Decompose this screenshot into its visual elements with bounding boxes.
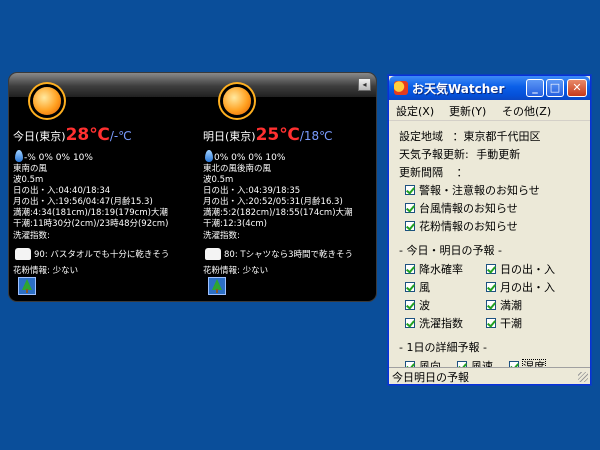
- checkbox-checked-icon[interactable]: [486, 264, 496, 274]
- forecast-low-tide-checkbox[interactable]: 干潮: [486, 315, 522, 331]
- alert-pollen-checkbox[interactable]: 花粉情報のお知らせ: [405, 218, 518, 234]
- tomorrow-high-tide: 満潮:5:2(182cm)/18:55(174cm)大潮: [203, 208, 353, 219]
- close-button[interactable]: ✕: [567, 79, 587, 97]
- checkbox-checked-icon[interactable]: [405, 203, 415, 213]
- today-rain-chance: -% 0% 0% 10%: [15, 150, 93, 163]
- today-moonrise-moonset: 月の出・入:19:56/04:47(月齢15.3): [13, 197, 153, 208]
- checkbox-checked-icon[interactable]: [405, 185, 415, 195]
- interval-value: ：: [456, 166, 468, 179]
- section-detail-heading: - 1日の詳細予報 -: [399, 341, 487, 354]
- menu-update[interactable]: 更新(Y): [449, 103, 486, 119]
- tomorrow-laundry-label: 洗濯指数:: [203, 230, 240, 241]
- today-low-tide: 干潮:11時30分(2cm)/23時48分(92cm): [13, 219, 169, 230]
- update-value: 手動更新: [476, 148, 521, 161]
- today-label: 今日(東京): [13, 130, 66, 143]
- menu-other[interactable]: その他(Z): [502, 103, 551, 119]
- checkbox-checked-icon[interactable]: [405, 300, 415, 310]
- laundry-shirt-icon: [205, 248, 221, 260]
- tomorrow-low-tide: 干潮:12:3(4cm): [203, 219, 267, 230]
- sunny-icon: [223, 87, 251, 115]
- forecast-wave-checkbox[interactable]: 波: [405, 297, 430, 313]
- today-laundry-index: 90: バスタオルでも十分に乾きそう: [15, 248, 169, 260]
- today-wind: 東南の風: [13, 164, 48, 174]
- window-titlebar[interactable]: お天気Watcher _ □ ✕: [389, 76, 590, 100]
- umbrella-icon: [15, 150, 23, 162]
- tomorrow-low-temp: /18℃: [299, 129, 333, 143]
- today-high-tide: 満潮:4:34(181cm)/18:19(179cm)大潮: [13, 208, 168, 219]
- weather-watcher-window: お天気Watcher _ □ ✕ 設定(X) 更新(Y) その他(Z) 設定地域…: [388, 75, 591, 385]
- tomorrow-high-temp: 25℃: [255, 125, 300, 145]
- today-high-temp: 28℃: [65, 125, 110, 145]
- update-row: 天気予報更新: 手動更新: [399, 146, 520, 162]
- pollen-tree-icon: [18, 277, 36, 295]
- checkbox-checked-icon[interactable]: [486, 300, 496, 310]
- update-label: 天気予報更新:: [399, 148, 469, 161]
- menu-settings[interactable]: 設定(X): [396, 103, 434, 119]
- alert-typhoon-checkbox[interactable]: 台風情報のお知らせ: [405, 200, 518, 216]
- tomorrow-wave: 波0.5m: [203, 175, 234, 186]
- app-icon: [394, 81, 408, 95]
- checkbox-checked-icon[interactable]: [486, 318, 496, 328]
- today-sunrise-sunset: 日の出・入:04:40/18:34: [13, 186, 111, 197]
- forecast-wind-checkbox[interactable]: 風: [405, 279, 430, 295]
- sunny-icon: [33, 87, 61, 115]
- tomorrow-header: 明日(東京)25℃/18℃: [203, 125, 333, 145]
- checkbox-checked-icon[interactable]: [405, 264, 415, 274]
- forecast-sunrise-checkbox[interactable]: 日の出・入: [486, 261, 555, 277]
- region-value: ：東京都千代田区: [452, 130, 541, 143]
- status-bar: 今日明日の予報: [389, 367, 590, 384]
- today-header: 今日(東京)28℃/-℃: [13, 125, 132, 145]
- region-label: 設定地域: [399, 130, 443, 143]
- alert-warning-checkbox[interactable]: 警報・注意報のお知らせ: [405, 182, 540, 198]
- checkbox-checked-icon[interactable]: [405, 221, 415, 231]
- tomorrow-rain-chance: 0% 0% 0% 10%: [205, 150, 285, 163]
- status-text: 今日明日の予報: [392, 371, 469, 384]
- today-laundry-label: 洗濯指数:: [13, 230, 50, 241]
- tomorrow-details: 東北の風後南の風 波0.5m 日の出・入:04:39/18:35 月の出・入:2…: [203, 164, 353, 242]
- today-wave: 波0.5m: [13, 175, 44, 186]
- tomorrow-moonrise-moonset: 月の出・入:20:52/05:31(月齢16.3): [203, 197, 343, 208]
- tomorrow-laundry-index: 80: Tシャツなら3時間で乾きそう: [205, 248, 353, 260]
- forecast-laundry-checkbox[interactable]: 洗濯指数: [405, 315, 463, 331]
- umbrella-icon: [205, 150, 213, 162]
- tomorrow-pollen: 花粉情報: 少ない: [203, 266, 269, 276]
- today-details: 東南の風 波0.5m 日の出・入:04:40/18:34 月の出・入:19:56…: [13, 164, 168, 242]
- minimize-button[interactable]: _: [526, 79, 544, 97]
- region-row: 設定地域 ：東京都千代田区: [399, 128, 541, 144]
- checkbox-checked-icon[interactable]: [405, 318, 415, 328]
- tomorrow-sunrise-sunset: 日の出・入:04:39/18:35: [203, 186, 301, 197]
- menu-bar: 設定(X) 更新(Y) その他(Z): [389, 100, 590, 121]
- tomorrow-label: 明日(東京): [203, 130, 256, 143]
- checkbox-checked-icon[interactable]: [405, 282, 415, 292]
- laundry-shirt-icon: [15, 248, 31, 260]
- tomorrow-forecast: 明日(東京)25℃/18℃ 0% 0% 0% 10% 東北の風後南の風 波0.5…: [203, 73, 376, 301]
- interval-row: 更新間隔 ：: [399, 164, 468, 180]
- tomorrow-wind: 東北の風後南の風: [203, 164, 272, 174]
- forecast-high-tide-checkbox[interactable]: 満潮: [486, 297, 522, 313]
- today-forecast: 今日(東京)28℃/-℃ -% 0% 0% 10% 東南の風 波0.5m 日の出…: [13, 73, 193, 301]
- section-forecast-heading: - 今日・明日の予報 -: [399, 244, 502, 257]
- today-pollen: 花粉情報: 少ない: [13, 266, 79, 276]
- window-title: お天気Watcher: [412, 82, 505, 96]
- weather-panel: ◂ 今日(東京)28℃/-℃ -% 0% 0% 10% 東南の風 波0.5m 日…: [8, 72, 377, 302]
- maximize-button[interactable]: □: [546, 79, 564, 97]
- today-low-temp: /-℃: [109, 129, 132, 143]
- interval-label: 更新間隔: [399, 166, 443, 179]
- resize-grip-icon[interactable]: [578, 372, 588, 382]
- pollen-tree-icon: [208, 277, 226, 295]
- checkbox-checked-icon[interactable]: [486, 282, 496, 292]
- forecast-moonrise-checkbox[interactable]: 月の出・入: [486, 279, 555, 295]
- forecast-rain-checkbox[interactable]: 降水確率: [405, 261, 463, 277]
